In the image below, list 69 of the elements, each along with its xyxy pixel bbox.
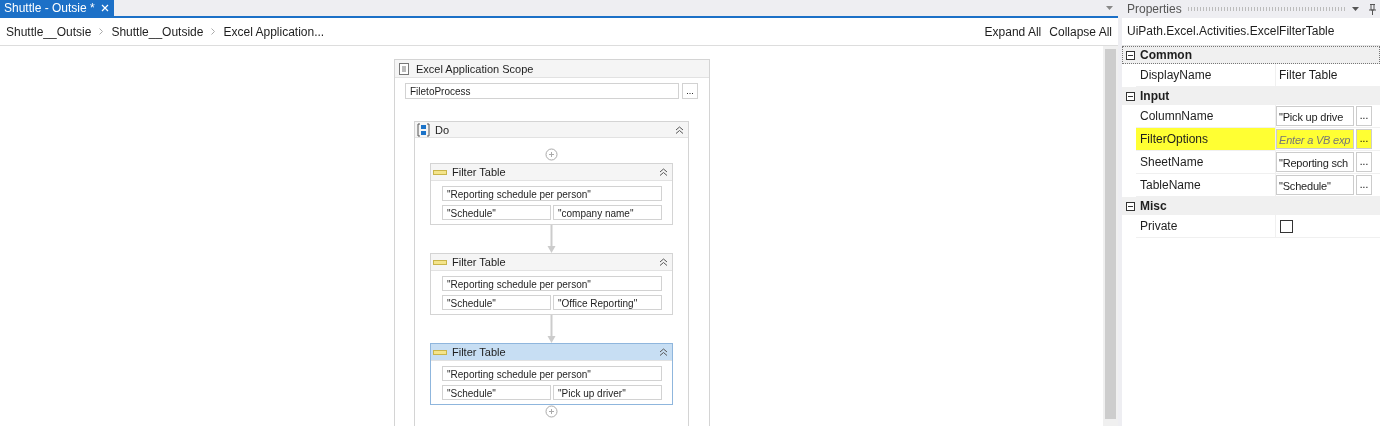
browse-button[interactable]: ... [1356,129,1372,149]
grip-icon [1187,7,1346,11]
sequence-icon [417,122,430,137]
breadcrumb-item[interactable]: Excel Application... [223,24,325,39]
dropdown-icon [1352,7,1359,11]
input-field[interactable]: "Schedule" [442,295,551,310]
pin-icon [1369,3,1376,15]
collapse-icon [659,348,668,356]
add-icon[interactable] [545,148,558,161]
scope-title: Excel Application Scope [416,62,534,75]
input-field[interactable]: "Schedule" [442,205,551,220]
dropdown-icon [1106,6,1113,10]
property-name: TableName [1136,174,1276,196]
table-icon [433,169,447,175]
breadcrumb-item[interactable]: Shuttle__Outsie [6,24,92,39]
category-row[interactable]: Common [1122,46,1380,64]
activity-title: Filter Table [452,256,506,268]
input-field[interactable]: FiletoProcess [405,83,679,99]
scrollbar[interactable] [1103,46,1118,426]
browse-button[interactable]: ... [1356,106,1372,126]
collapse-icon [659,258,668,266]
expression-field[interactable]: Enter a VB exp [1276,129,1354,149]
activity-card[interactable]: Filter Table "Reporting schedule per person" "Schedule" "Pick up driver" [430,343,673,405]
chevron-icon [211,28,216,35]
collapse-icon[interactable] [675,125,684,134]
add-icon[interactable] [545,405,558,418]
sequence-title: Do [435,123,450,136]
collapse-icon [659,168,668,176]
activity-title: Filter Table [452,346,506,358]
browse-button[interactable]: ... [1356,175,1372,195]
activity-card[interactable]: Filter Table "Reporting schedule per person" "Schedule" "company name" [430,163,673,225]
breadcrumb-item[interactable]: Shuttle__Outside [111,24,204,39]
connector-arrow [547,225,556,253]
property-name: SheetName [1136,151,1276,173]
category-name: Common [1140,48,1192,62]
checkbox[interactable] [1280,219,1293,233]
property-value: Filter Table [1278,68,1338,82]
input-field[interactable]: "Reporting schedule per person" [442,186,662,201]
browse-button[interactable]: ... [682,83,698,99]
connector-arrow [547,315,556,343]
expression-field[interactable]: "Schedule" [1276,175,1354,195]
chevron-icon [99,28,104,35]
category-row[interactable]: Input [1122,87,1380,105]
expression-field[interactable]: "Pick up drive [1276,106,1354,126]
activity-title: Filter Table [452,166,506,178]
link[interactable]: Collapse All [1049,24,1112,39]
table-icon [433,259,447,265]
category-name: Misc [1140,199,1167,213]
input-field[interactable]: "Office Reporting" [553,295,662,310]
input-field[interactable]: "company name" [553,205,662,220]
browse-button[interactable]: ... [1356,152,1372,172]
tab-title: Shuttle - Outsie * [4,1,95,15]
table-icon [433,349,447,355]
input-field[interactable]: "Schedule" [442,385,551,400]
panel-title: Properties [1127,2,1182,16]
property-name: DisplayName [1136,64,1276,86]
link[interactable]: Expand All [984,24,1042,39]
close-icon [100,4,109,12]
property-name: FilterOptions [1136,128,1276,150]
property-name: ColumnName [1136,105,1276,127]
category-row[interactable]: Misc [1122,197,1380,215]
input-field[interactable]: "Pick up driver" [553,385,662,400]
document-tab[interactable]: Shuttle - Outsie * [0,0,114,16]
expression-field[interactable]: "Reporting sch [1276,152,1354,172]
property-name: Private [1136,215,1276,237]
input-field[interactable]: "Reporting schedule per person" [442,276,662,291]
activity-card[interactable]: Filter Table "Reporting schedule per person" "Schedule" "Office Reporting" [430,253,673,315]
category-name: Input [1140,89,1170,103]
input-field[interactable]: "Reporting schedule per person" [442,366,662,381]
